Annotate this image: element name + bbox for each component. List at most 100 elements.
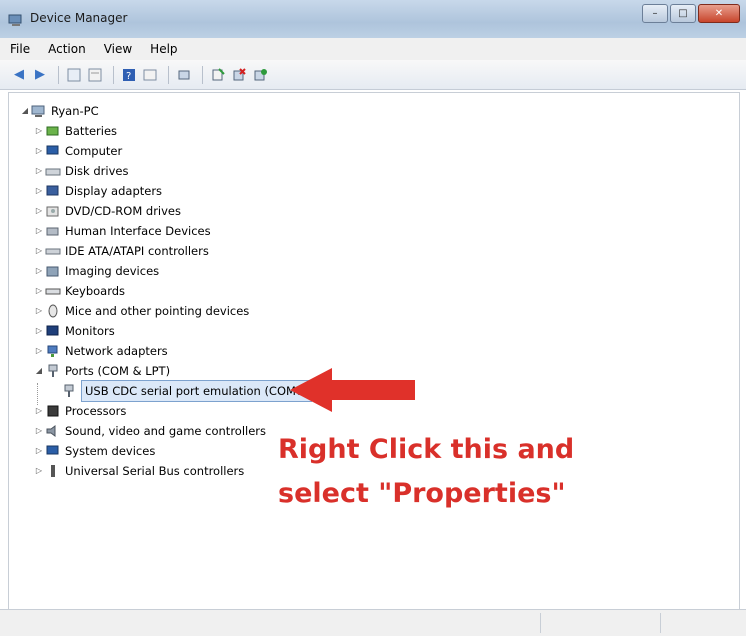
system-device-icon [45, 444, 61, 458]
tree-item-batteries[interactable]: ▷ Batteries [19, 121, 312, 141]
port-icon [45, 364, 61, 378]
tree-item-label: Sound, video and game controllers [65, 424, 267, 438]
tree-item-computer[interactable]: ▷ Computer [19, 141, 312, 161]
collapse-icon[interactable]: ◢ [33, 361, 45, 381]
network-adapter-icon [45, 344, 61, 358]
processor-icon [45, 404, 61, 418]
expand-icon[interactable]: ▷ [33, 261, 45, 281]
display-adapter-icon [45, 184, 61, 198]
tree-item-label: Batteries [65, 124, 118, 138]
expand-icon[interactable]: ▷ [33, 461, 45, 481]
tree-item-system-devices[interactable]: ▷ System devices [19, 441, 312, 461]
keyboard-icon [45, 284, 61, 298]
tree-item-keyboards[interactable]: ▷ Keyboards [19, 281, 312, 301]
usb-icon [45, 464, 61, 478]
tree-item-monitors[interactable]: ▷ Monitors [19, 321, 312, 341]
tree-item-label: IDE ATA/ATAPI controllers [65, 244, 209, 258]
properties-icon[interactable] [65, 66, 83, 84]
tree-item-label: DVD/CD-ROM drives [65, 204, 181, 218]
forward-icon[interactable]: ▶ [31, 66, 49, 84]
toolbar-separator [58, 65, 59, 84]
battery-icon [45, 124, 61, 138]
expand-icon[interactable]: ▷ [33, 161, 45, 181]
tree-root[interactable]: ◢ Ryan-PC [19, 101, 312, 121]
instruction-line-1: Right Click this and [278, 434, 575, 465]
help-icon[interactable]: ? [120, 66, 138, 84]
menu-action[interactable]: Action [48, 42, 86, 56]
svg-text:?: ? [126, 71, 131, 82]
expand-icon[interactable]: ▷ [33, 181, 45, 201]
tree-item-mice[interactable]: ▷ Mice and other pointing devices [19, 301, 312, 321]
instruction-annotation: Right Click this and select "Properties" [278, 428, 598, 516]
tree-item-processors[interactable]: ▷ Processors [19, 401, 312, 421]
tree-item-disk-drives[interactable]: ▷ Disk drives [19, 161, 312, 181]
scan-icon[interactable] [175, 66, 193, 84]
device-tree: ◢ Ryan-PC ▷ Batteries ▷ Computer ▷ Disk … [19, 101, 312, 481]
toolbar-separator [113, 65, 114, 84]
tree-item-imaging[interactable]: ▷ Imaging devices [19, 261, 312, 281]
minimize-button[interactable]: – [642, 4, 668, 23]
speaker-icon [45, 424, 61, 438]
device-manager-icon [8, 12, 24, 31]
tree-item-label: Network adapters [65, 344, 168, 358]
back-icon[interactable]: ◀ [10, 66, 28, 84]
toolbar: ◀ ▶ ? [0, 60, 746, 90]
tree-item-hid[interactable]: ▷ Human Interface Devices [19, 221, 312, 241]
menu-bar: File Action View Help [0, 38, 746, 60]
uninstall-icon[interactable] [230, 66, 248, 84]
computer-icon [45, 144, 61, 158]
monitor-icon [45, 324, 61, 338]
tree-item-label: System devices [65, 444, 156, 458]
status-divider [540, 613, 541, 633]
expand-icon[interactable]: ▷ [33, 281, 45, 301]
tree-item-ports[interactable]: ◢ Ports (COM & LPT) [19, 361, 312, 381]
expand-icon[interactable]: ▷ [33, 221, 45, 241]
tree-item-usb-controllers[interactable]: ▷ Universal Serial Bus controllers [19, 461, 312, 481]
expand-icon[interactable]: ▷ [33, 341, 45, 361]
expand-icon[interactable]: ▷ [33, 441, 45, 461]
close-button[interactable]: ✕ [698, 4, 740, 23]
tree-connector-line [37, 383, 38, 405]
status-bar [0, 609, 746, 636]
expand-icon[interactable]: ▷ [33, 421, 45, 441]
menu-view[interactable]: View [104, 42, 132, 56]
disk-drive-icon [45, 164, 61, 178]
tree-item-label: Universal Serial Bus controllers [65, 464, 245, 478]
expand-icon[interactable]: ▷ [33, 201, 45, 221]
imaging-device-icon [45, 264, 61, 278]
tree-item-label: Processors [65, 404, 127, 418]
tree-item-display-adapters[interactable]: ▷ Display adapters [19, 181, 312, 201]
instruction-line-2: select "Properties" [278, 478, 566, 509]
tree-item-label: Computer [65, 144, 123, 158]
window-title: Device Manager [30, 11, 128, 25]
computer-icon [31, 104, 47, 118]
update-driver-icon[interactable] [209, 66, 227, 84]
view-icon[interactable] [141, 66, 159, 84]
tree-item-label: Disk drives [65, 164, 129, 178]
disable-icon[interactable] [251, 66, 269, 84]
expand-icon[interactable]: ▷ [33, 141, 45, 161]
menu-help[interactable]: Help [150, 42, 177, 56]
menu-file[interactable]: File [10, 42, 30, 56]
tree-item-sound[interactable]: ▷ Sound, video and game controllers [19, 421, 312, 441]
dvd-drive-icon [45, 204, 61, 218]
tree-item-label: Keyboards [65, 284, 126, 298]
expand-icon[interactable]: ▷ [33, 241, 45, 261]
expand-icon[interactable]: ▷ [33, 301, 45, 321]
expand-icon[interactable]: ▷ [33, 121, 45, 141]
tree-item-usb-cdc-com6[interactable]: USB CDC serial port emulation (COM6) [19, 380, 312, 402]
maximize-button[interactable]: □ [670, 4, 696, 23]
hid-icon [45, 224, 61, 238]
tree-item-ide[interactable]: ▷ IDE ATA/ATAPI controllers [19, 241, 312, 261]
mouse-icon [45, 304, 61, 318]
expand-icon[interactable]: ▷ [33, 401, 45, 421]
tree-item-dvd-drives[interactable]: ▷ DVD/CD-ROM drives [19, 201, 312, 221]
ide-controller-icon [45, 244, 61, 258]
toolbar-separator [202, 65, 203, 84]
collapse-icon[interactable]: ◢ [19, 101, 31, 121]
expand-icon[interactable]: ▷ [33, 321, 45, 341]
update-icon[interactable] [86, 66, 104, 84]
tree-item-network[interactable]: ▷ Network adapters [19, 341, 312, 361]
status-divider [660, 613, 661, 633]
port-icon [61, 384, 77, 398]
